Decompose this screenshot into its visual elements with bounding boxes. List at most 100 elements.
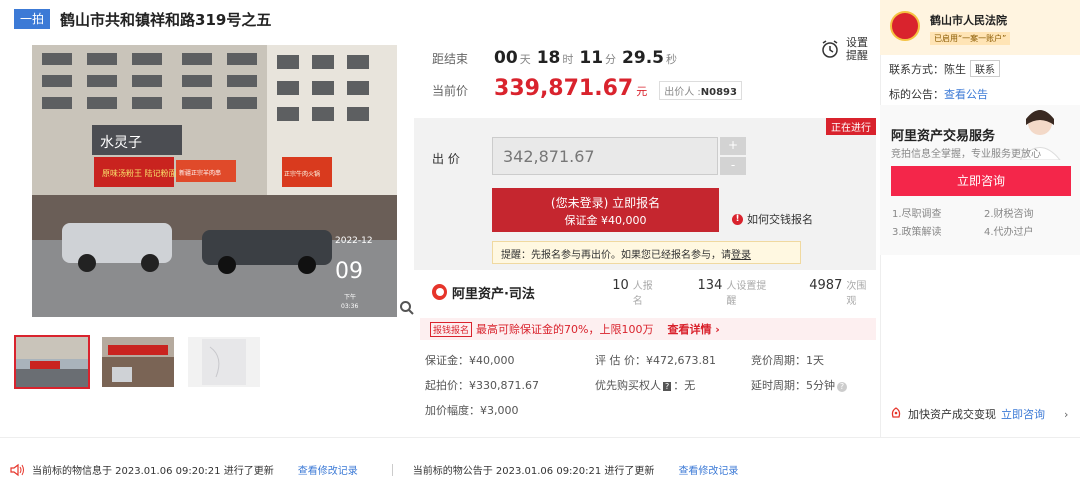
title-row: 一拍 鹤山市共和镇祥和路319号之五: [14, 8, 271, 30]
current-price-unit: 元: [636, 85, 648, 98]
current-price-value: 339,871.67: [494, 76, 634, 101]
deposit-info: 保证金：¥40,000: [425, 354, 515, 367]
alarm-clock-icon: [822, 40, 838, 58]
photo-sign: 水灵子: [100, 135, 142, 151]
contact-button[interactable]: 联系: [970, 60, 1000, 77]
ali-asset-logo-icon: [432, 284, 447, 300]
delay-info: 延时周期：5分钟?: [751, 377, 847, 393]
delay-text: 延时周期：5分钟: [751, 379, 835, 392]
current-price-row: 当前价 339,871.67 元 出价人 :N0893: [432, 76, 742, 101]
status-badge: 正在进行: [826, 118, 876, 135]
bid-label: 出 价: [432, 152, 460, 166]
photo-time: 09: [335, 259, 363, 284]
one-case-one-account-badge: 已启用“一案一账户”: [930, 32, 1011, 45]
update-footer: 当前标的物信息于 2023.01.06 09:20:21 进行了更新 查看修改记…: [10, 462, 738, 477]
thumbnail-3[interactable]: [188, 337, 260, 387]
thumbnail-strip: [14, 335, 260, 389]
deposit-loan-promo: 报钱报名 最高可赊保证金的70%，上限100万 查看详情 ›: [420, 318, 876, 340]
decrease-bid-button[interactable]: -: [720, 157, 746, 175]
photo-time-sub2: 03:36: [341, 303, 358, 310]
register-button[interactable]: (您未登录) 立即报名 保证金 ¥40,000: [492, 188, 719, 232]
timer-hours-unit: 时: [562, 53, 574, 66]
login-tip: 提醒：先报名参与再出价。如果您已经报名参与，请登录: [492, 241, 801, 264]
timer-minutes-unit: 分: [605, 53, 617, 66]
page-title: 鹤山市共和镇祥和路319号之五: [60, 10, 272, 29]
item-history-link[interactable]: 查看修改记录: [298, 462, 358, 477]
item-update-text: 当前标的物信息于 2023.01.06 09:20:21 进行了更新: [32, 466, 274, 477]
timer-seconds-unit: 秒: [665, 53, 677, 66]
service-item[interactable]: 1.尽职调查: [892, 205, 942, 220]
bidder-badge: 出价人 :N0893: [659, 81, 742, 100]
increase-bid-button[interactable]: +: [720, 137, 746, 155]
countdown-timer: 距结束 00 天 18 时 11 分 29.5 秒: [432, 48, 677, 68]
service-item[interactable]: 3.政策解读: [892, 223, 942, 238]
main-photo[interactable]: 水灵子 原味汤粉王 陆记粉面 新疆正宗羊肉串 正宗牛肉火锅 2022-12 09…: [32, 45, 397, 317]
shop-sign-1: 原味汤粉王 陆记粉面: [102, 168, 177, 178]
speaker-icon: [10, 463, 24, 476]
street-photo: 水灵子 原味汤粉王 陆记粉面 新疆正宗羊肉串 正宗牛肉火锅 2022-12 09…: [32, 45, 397, 317]
priority-info: 优先购买权人? ：无: [595, 377, 695, 393]
bid-stepper: + -: [720, 137, 746, 175]
timer-days-unit: 天: [519, 53, 531, 66]
promo-details-link[interactable]: 查看详情 ›: [667, 321, 719, 337]
auction-round-tag: 一拍: [14, 9, 51, 29]
service-title: 阿里资产交易服务: [891, 129, 996, 144]
delay-help-icon[interactable]: ?: [837, 382, 847, 392]
fast-sale-row: 加快资产成交变现 立即咨询 ›: [889, 406, 1068, 422]
set-reminder-button[interactable]: 设置提醒: [820, 36, 872, 62]
zoom-icon[interactable]: [399, 300, 415, 316]
notice-history-link[interactable]: 查看修改记录: [678, 462, 738, 477]
stats-row: 阿里资产·司法 10 人报名 134 人设置提醒 4987 次围观: [432, 278, 872, 307]
timer-label: 距结束: [432, 52, 469, 66]
court-emblem-icon: [890, 11, 920, 41]
promo-tag: 报钱报名: [430, 321, 473, 337]
fast-sale-text: 加快资产成交变现: [908, 408, 996, 421]
shop-sign-2: 新疆正宗羊肉串: [179, 169, 221, 177]
how-to-register-link[interactable]: ! 如何交钱报名: [732, 211, 813, 227]
priority-label: 优先购买权人: [595, 379, 661, 392]
contact-row: 联系方式：陈生 联系: [889, 60, 1000, 77]
thumbnail-2[interactable]: [102, 337, 174, 387]
reminders-label: 人设置提醒: [726, 281, 767, 307]
timer-seconds: 29.5: [622, 48, 664, 68]
notice-update-text: 当前标的物公告于 2023.01.06 09:20:21 进行了更新: [412, 466, 655, 477]
thumbnail-1[interactable]: [14, 335, 90, 389]
fast-consult-link[interactable]: 立即咨询: [1001, 406, 1045, 422]
registered-label: 人报名: [632, 281, 653, 307]
increment-info: 加价幅度：¥3,000: [425, 404, 519, 417]
view-notice-link[interactable]: 查看公告: [944, 88, 988, 101]
timer-minutes: 11: [579, 48, 604, 68]
shop-sign-3: 正宗牛肉火锅: [284, 170, 320, 178]
views-num: 4987: [809, 278, 843, 293]
priority-help-icon[interactable]: ?: [663, 382, 672, 391]
set-reminder-label: 设置提醒: [846, 36, 868, 62]
service-item[interactable]: 2.财税咨询: [984, 205, 1034, 220]
court-name[interactable]: 鹤山市人民法院: [930, 12, 1007, 28]
timer-hours: 18: [536, 48, 561, 68]
appraisal-info: 评 估 价：¥472,673.81: [595, 354, 716, 367]
footer-divider: [0, 437, 1080, 438]
consult-now-button[interactable]: 立即咨询: [891, 166, 1071, 196]
views-label: 次围观: [846, 281, 867, 307]
photo-time-sub: 下午: [344, 293, 356, 301]
notice-label: 标的公告：: [889, 88, 944, 101]
brand-name: 阿里资产·司法: [451, 286, 535, 302]
bid-amount-input[interactable]: 342,871.67: [492, 137, 718, 175]
current-price-label: 当前价: [432, 84, 469, 98]
timer-days: 00: [494, 48, 518, 68]
service-item[interactable]: 4.代办过户: [984, 223, 1034, 238]
login-link[interactable]: 登录: [731, 250, 751, 261]
chevron-right-icon[interactable]: ›: [1064, 408, 1068, 421]
notice-row: 标的公告：查看公告: [889, 86, 988, 102]
footer-separator: [391, 463, 393, 476]
registered-num: 10: [612, 278, 629, 293]
how-to-register-label: 如何交钱报名: [747, 213, 813, 226]
reminder-count: 134 人设置提醒: [698, 277, 772, 307]
photo-date: 2022-12: [335, 236, 373, 246]
service-subtitle: 竞拍信息全掌握，专业服务更放心: [891, 149, 1041, 160]
priority-value: ：无: [673, 379, 696, 392]
bidder-label: 出价人: [664, 87, 695, 98]
cycle-info: 竞价周期：1天: [751, 354, 824, 367]
register-button-label: (您未登录) 立即报名: [550, 196, 661, 210]
tip-text: 提醒：先报名参与再出价。如果您已经报名参与，请: [501, 250, 731, 261]
